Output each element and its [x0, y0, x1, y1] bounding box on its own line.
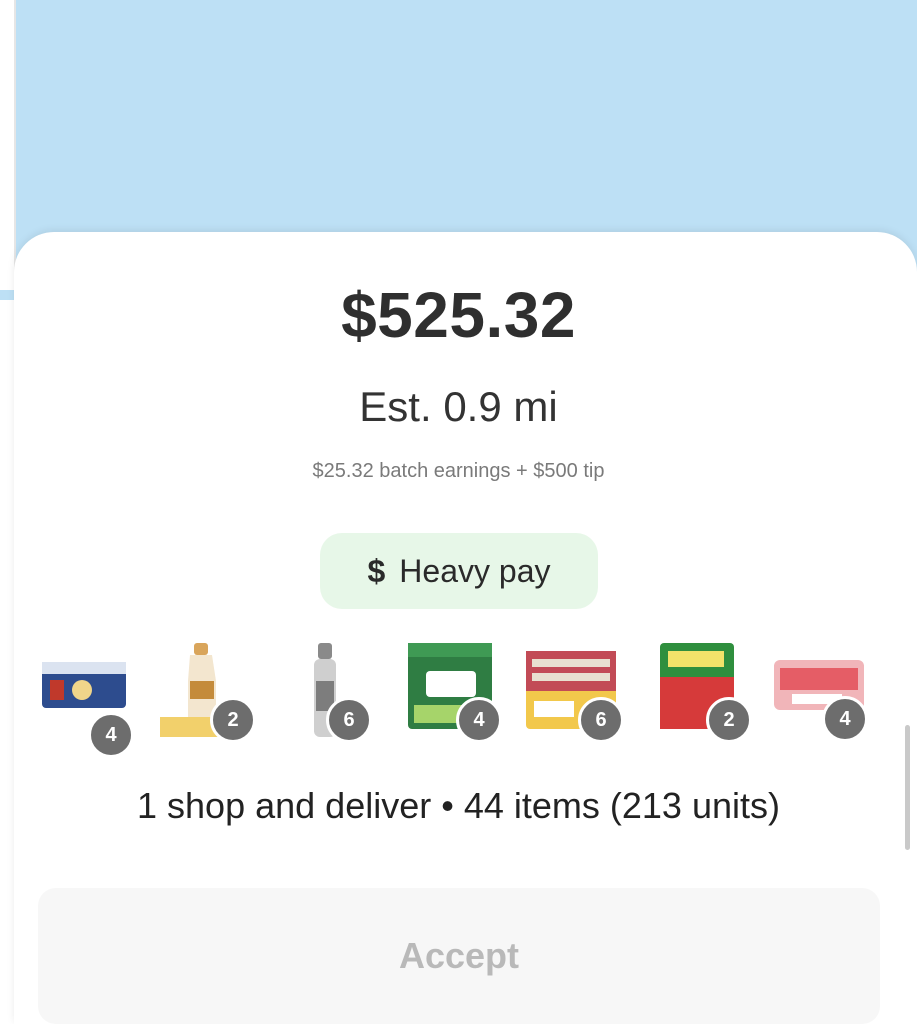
offer-total: $525.32 [341, 279, 576, 351]
quantity-badge: 2 [706, 697, 752, 743]
map-edge [0, 0, 16, 290]
item-thumbnail[interactable]: 6 [524, 641, 624, 743]
dollar-icon: $ [367, 552, 386, 589]
item-thumbnail[interactable]: 6 [300, 641, 400, 743]
offer-distance: Est. 0.9 mi [359, 383, 558, 430]
batch-summary: 1 shop and deliver • 44 items (213 units… [137, 785, 780, 826]
quantity-badge: 4 [88, 712, 134, 758]
item-thumbnail[interactable]: 4 [406, 641, 506, 743]
item-thumbnail[interactable]: 4 [40, 656, 140, 758]
item-thumbnails: 4 2 6 4 6 2 4 [0, 636, 917, 758]
item-thumbnail[interactable]: 4 [772, 656, 872, 756]
item-thumbnail[interactable]: 2 [158, 641, 258, 743]
heavy-pay-label: Heavy pay [399, 552, 551, 589]
scrollbar[interactable] [905, 725, 910, 850]
item-thumbnail[interactable]: 2 [658, 641, 758, 743]
earnings-breakdown: $25.32 batch earnings + $500 tip [312, 460, 605, 482]
quantity-badge: 2 [210, 697, 256, 743]
quantity-badge: 6 [578, 697, 624, 743]
heavy-pay-badge: $ Heavy pay [320, 533, 598, 609]
drink-pack-icon [42, 662, 126, 708]
accept-button[interactable]: Accept [38, 888, 880, 1024]
quantity-badge: 4 [822, 696, 868, 742]
quantity-badge: 4 [456, 697, 502, 743]
quantity-badge: 6 [326, 697, 372, 743]
